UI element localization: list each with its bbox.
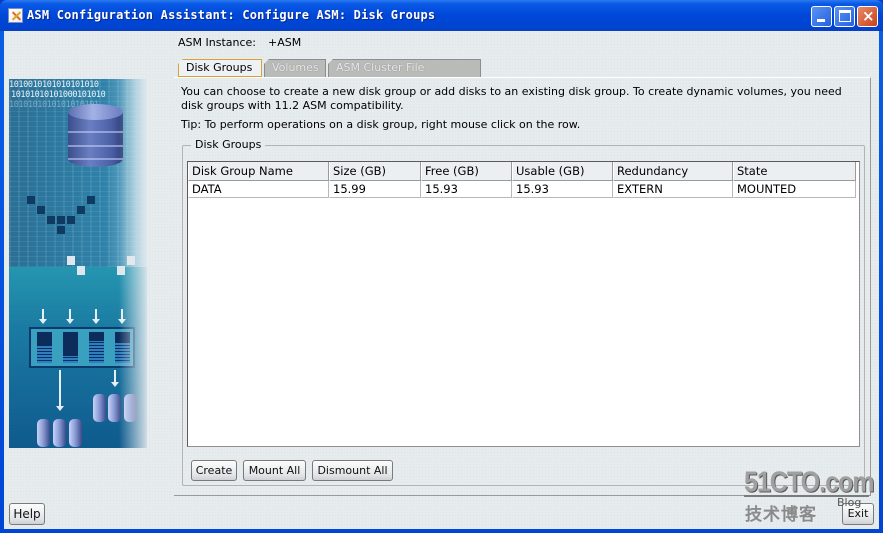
disk-icon: [69, 419, 82, 447]
arrow-down-icon: [56, 370, 64, 411]
disk-icon: [37, 419, 50, 447]
tab-volumes[interactable]: Volumes: [264, 59, 326, 77]
minimize-button[interactable]: [811, 6, 832, 27]
dismount-all-button[interactable]: Dismount All: [312, 460, 393, 481]
cell-size: 15.99: [329, 181, 421, 198]
block-icon: [37, 206, 45, 214]
table-row[interactable]: DATA 15.99 15.93 15.93 EXTERN MOUNTED: [188, 181, 856, 198]
document-icon: [67, 256, 75, 265]
app-icon: [8, 8, 23, 23]
help-button[interactable]: Help: [9, 503, 45, 525]
minimize-icon: [817, 19, 825, 22]
tab-disk-groups[interactable]: Disk Groups: [178, 59, 262, 77]
asm-instance-row: ASM Instance: +ASM: [178, 36, 301, 49]
disk-groups-groupbox: Disk Groups Disk Group Name Size (GB) Fr…: [182, 138, 865, 486]
asm-instance-value: +ASM: [268, 36, 302, 49]
column-header-redundancy[interactable]: Redundancy: [613, 162, 733, 181]
cell-usable: 15.93: [512, 181, 613, 198]
disk-groups-table[interactable]: Disk Group Name Size (GB) Free (GB) Usab…: [187, 161, 860, 447]
column-header-free[interactable]: Free (GB): [421, 162, 512, 181]
arrow-down-icon: [92, 309, 100, 324]
block-icon: [27, 196, 35, 204]
block-icon: [67, 216, 75, 224]
app-window: ASM Configuration Assistant: Configure A…: [0, 0, 883, 533]
asm-illustration: 1010010101010101010 10101010101000101010…: [9, 79, 147, 448]
binary-text: 1010010101010101010: [9, 80, 99, 90]
cell-free: 15.93: [421, 181, 512, 198]
create-button[interactable]: Create: [191, 460, 237, 481]
database-icon: [68, 104, 123, 172]
tip-text: Tip: To perform operations on a disk gro…: [181, 118, 581, 131]
binary-text: 10101010101000101010: [11, 90, 106, 100]
column-header-size[interactable]: Size (GB): [329, 162, 421, 181]
arrow-down-icon: [111, 370, 119, 387]
groupbox-title: Disk Groups: [191, 138, 266, 151]
description-text: You can choose to create a new disk grou…: [181, 85, 842, 112]
cell-state: MOUNTED: [733, 181, 856, 198]
mount-all-button[interactable]: Mount All: [243, 460, 306, 481]
window-title: ASM Configuration Assistant: Configure A…: [27, 8, 436, 22]
maximize-button[interactable]: [834, 6, 855, 27]
column-header-usable[interactable]: Usable (GB): [512, 162, 613, 181]
arrow-down-icon: [66, 309, 74, 324]
block-icon: [57, 216, 65, 224]
close-button[interactable]: ×: [857, 6, 878, 27]
column-header-state[interactable]: State: [733, 162, 856, 181]
exit-button[interactable]: Exit: [842, 503, 874, 525]
close-icon: ×: [862, 7, 875, 25]
asm-instance-label: ASM Instance:: [178, 36, 256, 49]
block-icon: [77, 206, 85, 214]
table-header: Disk Group Name Size (GB) Free (GB) Usab…: [188, 162, 856, 181]
column-header-name[interactable]: Disk Group Name: [188, 162, 329, 181]
title-bar[interactable]: ASM Configuration Assistant: Configure A…: [0, 0, 883, 31]
block-icon: [47, 216, 55, 224]
cell-redundancy: EXTERN: [613, 181, 733, 198]
disk-icon: [93, 394, 106, 422]
block-icon: [87, 196, 95, 204]
disk-groups-panel: You can choose to create a new disk grou…: [174, 77, 871, 496]
cell-name: DATA: [188, 181, 329, 198]
block-icon: [57, 226, 65, 234]
tab-asm-cluster-file-systems[interactable]: ASM Cluster File Systems: [328, 59, 481, 77]
document-icon: [77, 266, 85, 275]
arrow-down-icon: [39, 309, 47, 324]
maximize-icon: [839, 10, 851, 22]
disk-icon: [53, 419, 66, 447]
